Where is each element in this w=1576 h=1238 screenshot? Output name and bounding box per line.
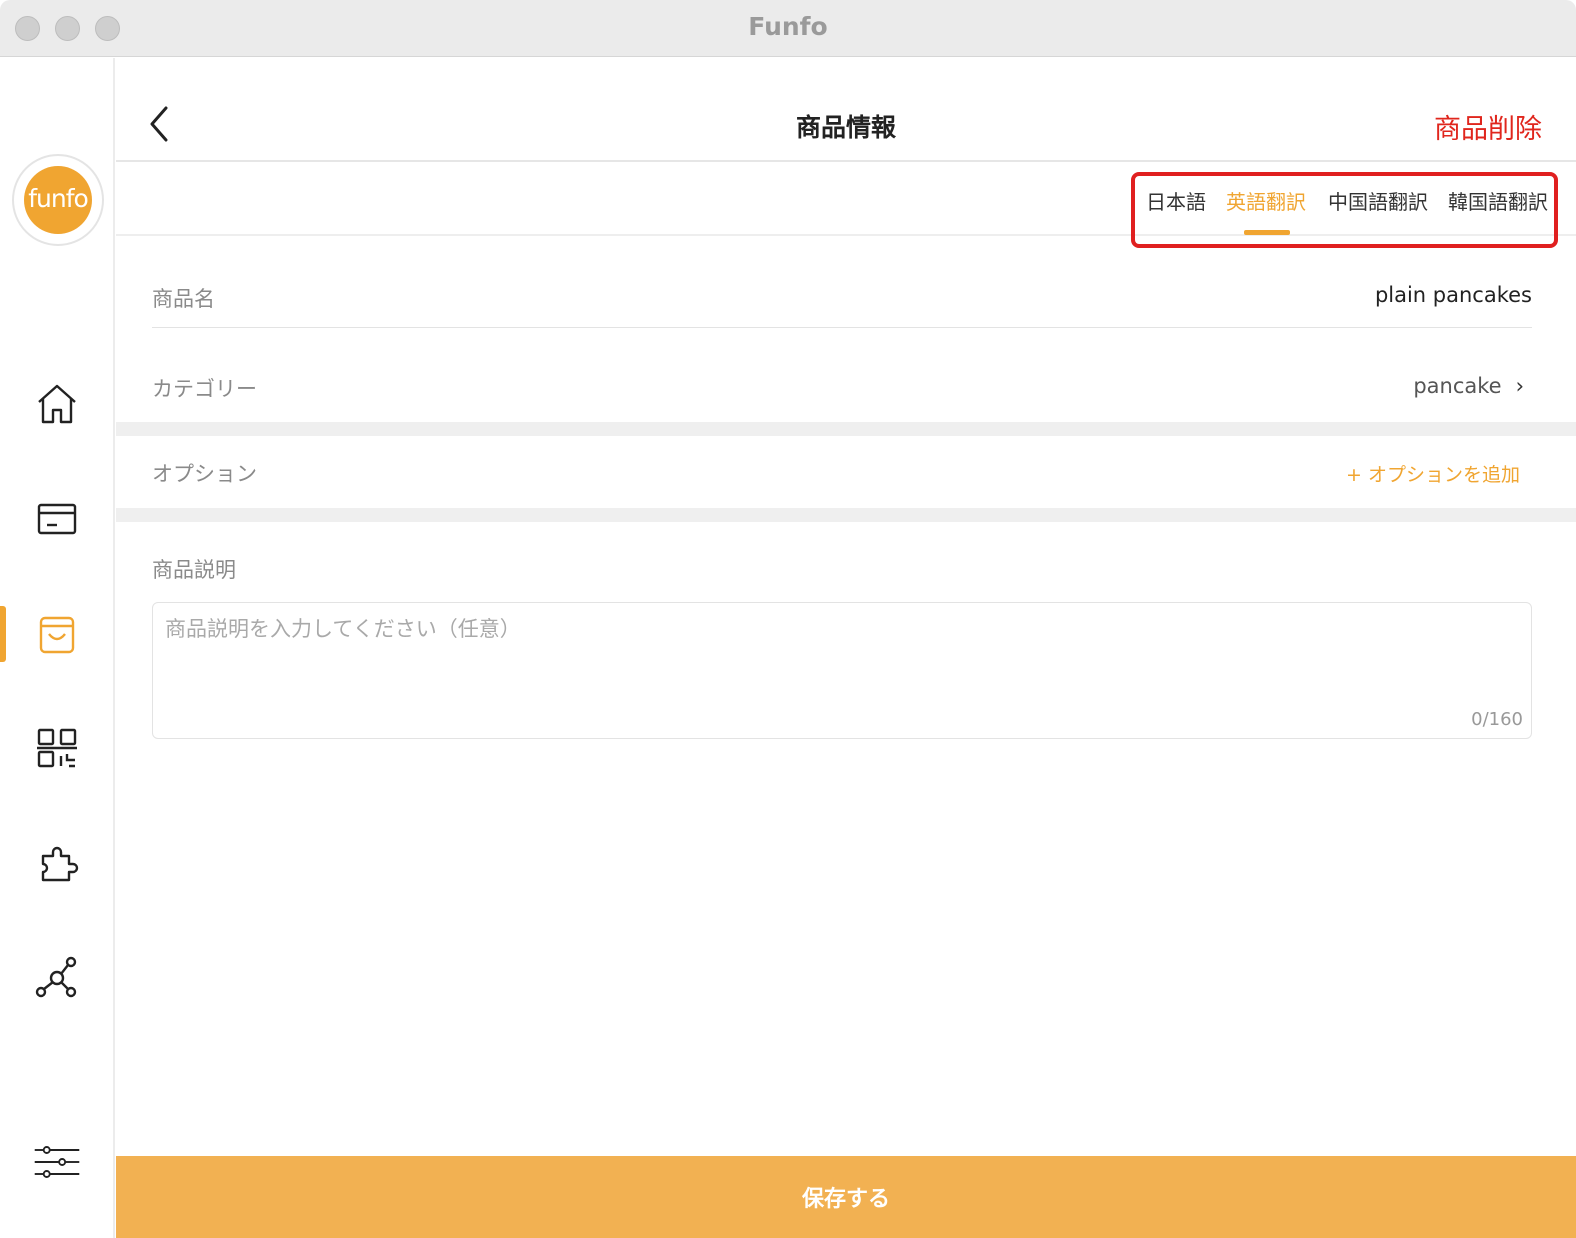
shopping-bag-icon: [39, 616, 74, 654]
add-option-button[interactable]: + オプションを追加: [1346, 460, 1520, 487]
save-button[interactable]: 保存する: [116, 1156, 1576, 1238]
description-field[interactable]: 0/160: [152, 602, 1532, 739]
logo: funfo: [12, 154, 104, 246]
description-label: 商品説明: [152, 558, 236, 582]
sidebar-item-products[interactable]: [0, 594, 113, 674]
section-divider: [116, 508, 1576, 522]
annotation-highlight-box: [1131, 172, 1558, 248]
option-label: オプション: [152, 462, 257, 486]
card-icon: [37, 503, 76, 535]
window-titlebar: Funfo: [0, 0, 1576, 57]
puzzle-icon: [41, 846, 78, 882]
sidebar-item-orders[interactable]: [0, 479, 113, 559]
description-input[interactable]: [153, 603, 1531, 738]
window-title: Funfo: [748, 12, 828, 41]
main-content: 商品情報 商品削除 日本語 英語翻訳 中国語翻訳 韓国語翻訳 商品名 plain…: [116, 58, 1576, 1238]
product-name-label: 商品名: [152, 287, 215, 311]
network-icon: [35, 956, 76, 998]
product-name-value[interactable]: plain pancakes: [1375, 283, 1532, 307]
sidebar-item-network[interactable]: [0, 938, 113, 1018]
sliders-icon: [34, 1146, 79, 1178]
category-label: カテゴリー: [152, 377, 257, 401]
delete-product-button[interactable]: 商品削除: [1434, 107, 1542, 146]
divider: [152, 327, 1532, 328]
logo-text: funfo: [24, 166, 92, 234]
option-row: オプション: [152, 438, 1532, 508]
category-row[interactable]: カテゴリー pancake ›: [152, 340, 1532, 430]
sidebar: funfo: [0, 58, 115, 1238]
sidebar-item-home[interactable]: [0, 364, 113, 444]
character-counter: 0/160: [1471, 709, 1523, 730]
page-header: 商品情報 商品削除: [116, 58, 1576, 162]
category-value: pancake: [1413, 374, 1502, 398]
home-icon: [37, 384, 76, 424]
category-selector[interactable]: pancake ›: [1413, 374, 1524, 398]
page-title: 商品情報: [795, 113, 896, 142]
section-divider: [116, 422, 1576, 436]
chevron-right-icon: ›: [1515, 374, 1524, 398]
sidebar-item-plugins[interactable]: [0, 824, 113, 904]
sidebar-item-qr[interactable]: [0, 708, 113, 788]
qr-code-icon: [36, 728, 77, 768]
sidebar-item-settings[interactable]: [0, 1122, 113, 1202]
